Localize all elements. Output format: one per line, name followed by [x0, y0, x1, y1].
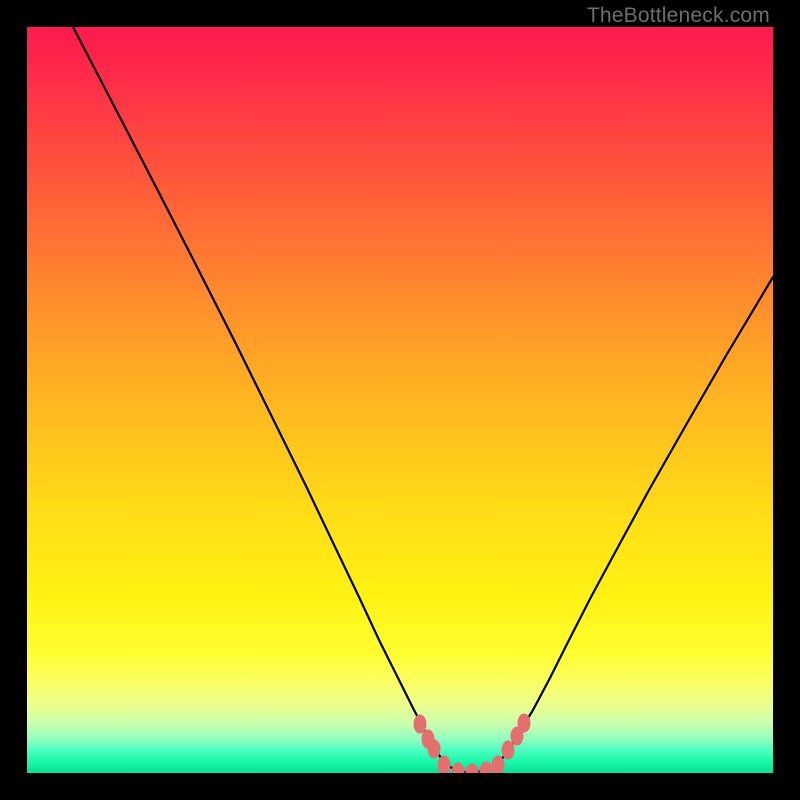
bottleneck-curve: [73, 27, 773, 773]
curve-marker: [518, 714, 531, 733]
curve-marker: [452, 763, 465, 774]
chart-stage: TheBottleneck.com: [0, 0, 800, 800]
curve-marker: [414, 715, 427, 734]
curve-marker: [466, 764, 479, 774]
curve-marker: [480, 762, 493, 774]
watermark-text: TheBottleneck.com: [587, 4, 770, 28]
plot-area: [27, 27, 773, 773]
curve-layer: [27, 27, 773, 773]
curve-markers: [414, 714, 531, 774]
curve-marker: [428, 740, 441, 759]
curve-marker: [438, 756, 451, 774]
curve-marker: [502, 741, 515, 760]
